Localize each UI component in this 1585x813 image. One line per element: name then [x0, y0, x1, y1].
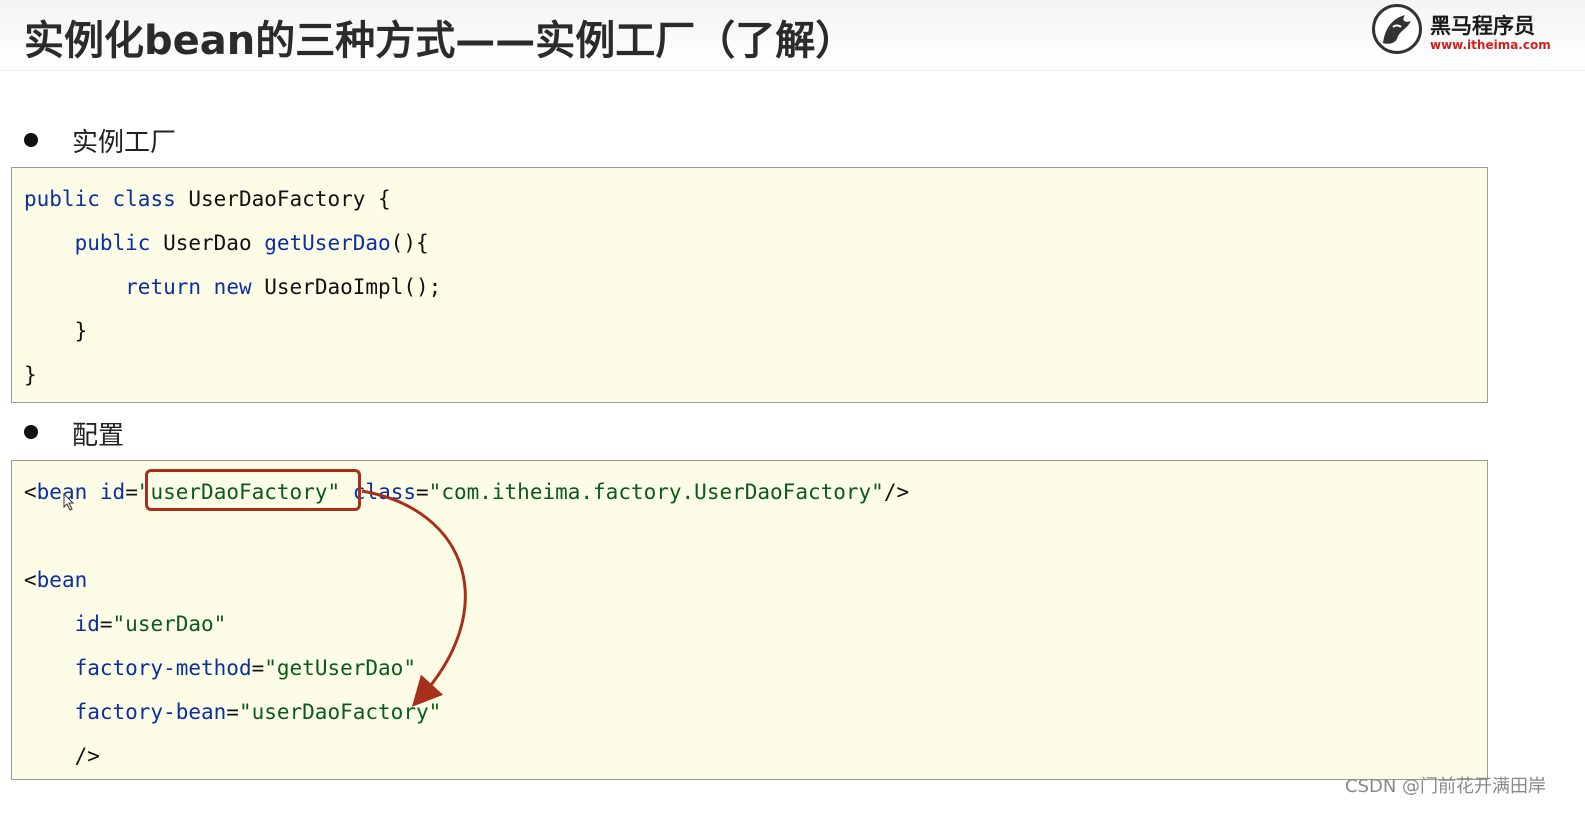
code-line: <bean — [24, 568, 87, 592]
section-label: 配置 — [72, 421, 125, 451]
code-token: /> — [883, 480, 910, 504]
code-token: UserDaoFactory { — [175, 187, 391, 211]
code-token: /> — [24, 744, 100, 768]
code-token: bean — [36, 568, 88, 592]
code-line: factory-method="getUserDao" — [24, 656, 416, 680]
mouse-cursor-icon — [63, 493, 75, 511]
code-token: factory-bean — [74, 700, 227, 724]
code-line: public UserDao getUserDao(){ — [24, 231, 429, 255]
code-token: = — [226, 700, 239, 724]
code-line: id="userDao" — [24, 612, 227, 636]
code-token: = — [416, 480, 429, 504]
code-token: "userDaoFactory" — [238, 700, 442, 724]
code-token: id — [74, 612, 100, 636]
code-line: public class UserDaoFactory { — [24, 187, 391, 211]
code-line: } — [24, 363, 37, 387]
code-token: public — [24, 187, 100, 211]
code-line: } — [24, 319, 88, 343]
highlight-box — [145, 469, 361, 511]
code-token: bean — [36, 480, 88, 504]
code-token: public — [74, 231, 151, 255]
brand-logo: 黑马程序员 www.itheima.com — [1372, 4, 1552, 56]
code-line: /> — [24, 744, 100, 768]
code-token: class — [112, 187, 176, 211]
code-token: "userDao" — [112, 612, 227, 636]
code-token: = — [99, 612, 113, 636]
logo-horse-icon — [1372, 4, 1422, 54]
code-token: < — [24, 568, 37, 592]
code-token: < — [24, 480, 37, 504]
logo-url: www.itheima.com — [1430, 38, 1551, 52]
code-token: new — [213, 275, 252, 299]
code-token: = — [125, 480, 138, 504]
code-token: "getUserDao" — [264, 656, 416, 680]
code-token: "com.itheima.factory.UserDaoFactory" — [428, 480, 884, 504]
section-label: 实例工厂 — [72, 128, 177, 158]
code-token: factory-method — [74, 656, 252, 680]
code-block-factory: public class UserDaoFactory { public Use… — [11, 167, 1488, 403]
code-token: (){ — [390, 231, 429, 255]
code-line: return new UserDaoImpl(); — [24, 275, 441, 299]
code-token: } — [24, 363, 37, 387]
bullet-dot — [24, 133, 38, 147]
code-token: UserDao — [150, 231, 265, 255]
bullet-dot — [24, 425, 38, 439]
code-token: = — [251, 656, 265, 680]
slide-header: 实例化bean的三种方式——实例工厂（了解） 黑马程序员 www.itheima… — [0, 0, 1585, 71]
watermark: CSDN @门前花开满田岸 — [1345, 776, 1547, 797]
code-token: getUserDao — [264, 231, 391, 255]
code-token: id — [99, 480, 126, 504]
logo-name: 黑马程序员 — [1430, 14, 1535, 38]
slide-title: 实例化bean的三种方式——实例工厂（了解） — [24, 18, 856, 64]
code-token: class — [352, 480, 417, 504]
code-token: return — [125, 275, 202, 299]
code-line: factory-bean="userDaoFactory" — [24, 700, 442, 724]
code-token: UserDaoImpl(); — [251, 275, 442, 299]
code-token: } — [24, 319, 88, 343]
